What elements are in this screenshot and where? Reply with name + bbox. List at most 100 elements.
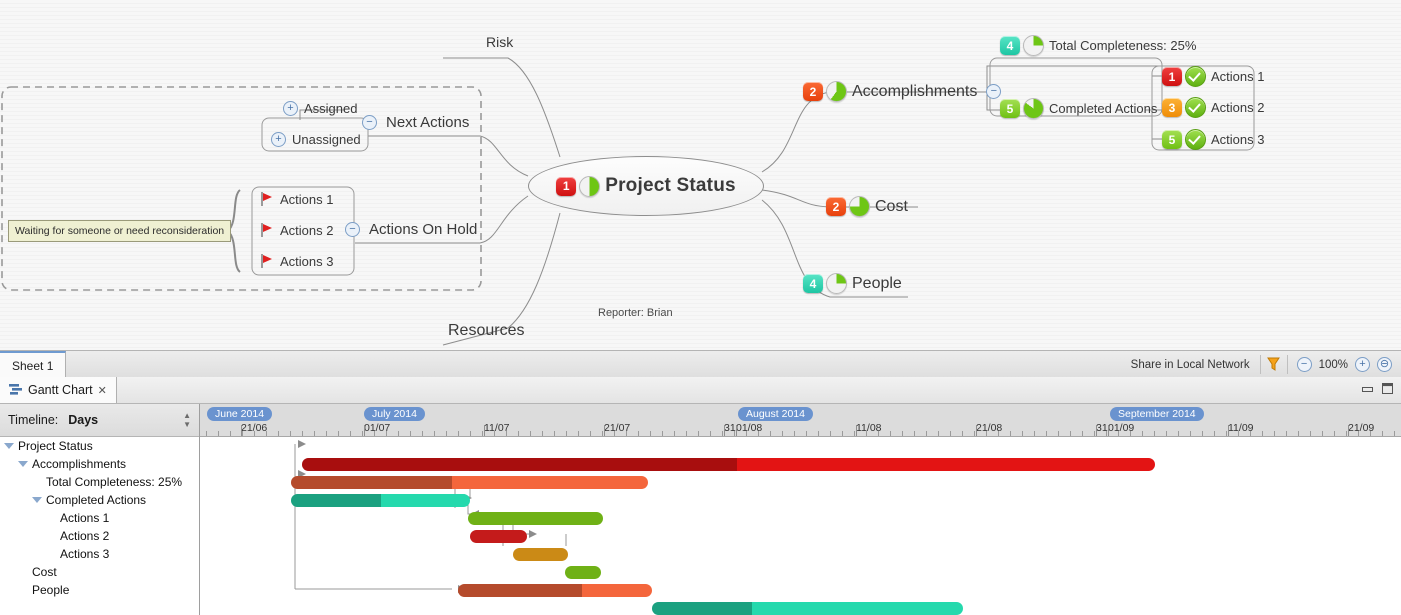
- mindmap-node-next-actions[interactable]: − Next Actions: [362, 114, 469, 131]
- node-label-next-actions: Next Actions: [386, 114, 470, 131]
- gantt-bar-actions-3[interactable]: [565, 566, 601, 579]
- mindmap-node-total-completeness[interactable]: 4 Total Completeness: 25%: [1000, 35, 1196, 56]
- tree-row[interactable]: Cost: [0, 563, 199, 581]
- tree-row[interactable]: Project Status: [0, 437, 199, 455]
- tree-row[interactable]: Actions 2: [0, 527, 199, 545]
- major-tick: [1108, 425, 1109, 436]
- tree-row[interactable]: Total Completeness: 25%: [0, 473, 199, 491]
- mindmap-canvas[interactable]: 1 Project Status Risk Resources Reporter…: [0, 0, 1401, 350]
- tab-gantt-chart[interactable]: Gantt Chart ✕: [0, 377, 117, 403]
- priority-badge-5: 5: [1162, 130, 1182, 149]
- mindmap-node-unassigned[interactable]: + Unassigned: [271, 132, 361, 147]
- collapse-toggle-actions-on-hold[interactable]: −: [345, 222, 360, 237]
- mindmap-node-completed-action-2[interactable]: 3 Actions 2: [1162, 97, 1264, 118]
- gantt-bar-people[interactable]: [652, 602, 963, 615]
- mindmap-node-completed-action-3[interactable]: 5 Actions 3: [1162, 129, 1264, 150]
- zoom-out-button[interactable]: −: [1296, 357, 1312, 372]
- expand-toggle-assigned[interactable]: +: [283, 101, 298, 116]
- progress-pie-icon: [826, 273, 847, 294]
- month-pill: August 2014: [738, 407, 813, 421]
- mindmap-node-hold-action-3[interactable]: Actions 3: [259, 253, 333, 269]
- node-label-total-completeness: Total Completeness: 25%: [1049, 38, 1197, 53]
- node-label-completed-action-3: Actions 3: [1211, 132, 1265, 147]
- collapse-toggle-accomplishments[interactable]: −: [986, 84, 1002, 99]
- share-in-local-network-label[interactable]: Share in Local Network: [1121, 351, 1260, 378]
- gantt-panel: Gantt Chart ✕ Timeline: Days ▲ ▼ Project…: [0, 377, 1401, 615]
- collapse-toggle-next-actions[interactable]: −: [362, 115, 377, 130]
- priority-badge-5: 5: [1000, 99, 1020, 118]
- application-window: 1 Project Status Risk Resources Reporter…: [0, 0, 1401, 615]
- priority-badge-1: 1: [556, 176, 577, 196]
- tree-row[interactable]: Accomplishments: [0, 455, 199, 473]
- flag-icon: [259, 253, 275, 269]
- maximize-icon[interactable]: [1382, 381, 1393, 399]
- funnel-icon[interactable]: [1261, 351, 1287, 378]
- mindmap-node-cost[interactable]: 2 Cost: [826, 196, 908, 217]
- gantt-bar-total-completeness[interactable]: [291, 494, 470, 507]
- priority-badge-4: 4: [803, 274, 823, 293]
- central-node-label: Project Status: [605, 175, 736, 196]
- close-icon[interactable]: ✕: [98, 384, 107, 397]
- gantt-bar-project-status[interactable]: [302, 458, 1155, 471]
- gantt-bar-actions-1[interactable]: [470, 530, 527, 543]
- timeline-stepper[interactable]: ▲ ▼: [183, 412, 191, 429]
- gantt-bar-progress: [458, 584, 583, 597]
- gantt-tree-pane[interactable]: Timeline: Days ▲ ▼ Project Status Accompl…: [0, 404, 200, 615]
- node-label-hold-action-2: Actions 2: [280, 222, 334, 238]
- tree-row-label: Project Status: [18, 439, 93, 453]
- tree-row[interactable]: Completed Actions: [0, 491, 199, 509]
- priority-badge-1: 1: [1162, 67, 1182, 86]
- timeline-label: Timeline:: [8, 413, 59, 427]
- disclosure-triangle-icon[interactable]: [32, 497, 42, 503]
- zoom-in-button[interactable]: +: [1355, 357, 1370, 372]
- tree-row-label: Total Completeness: 25%: [46, 475, 183, 489]
- mindmap-node-hold-action-1[interactable]: Actions 1: [259, 191, 333, 207]
- progress-pie-icon: [849, 196, 870, 217]
- mindmap-node-completed-actions[interactable]: 5 Completed Actions −: [1000, 98, 1181, 119]
- gantt-bar-progress: [291, 494, 381, 507]
- mindmap-node-accomplishments[interactable]: 2 Accomplishments −: [803, 81, 1002, 102]
- mindmap-node-resources[interactable]: Resources: [448, 322, 524, 340]
- gantt-bar-completed-actions[interactable]: [468, 512, 603, 525]
- timeline-value[interactable]: Days: [68, 413, 98, 427]
- gantt-bars-layer: [200, 436, 1401, 615]
- mindmap-central-node[interactable]: 1 Project Status: [528, 156, 764, 216]
- expand-toggle-unassigned[interactable]: +: [271, 132, 286, 147]
- zoom-level-label: 100%: [1318, 358, 1348, 371]
- mindmap-node-completed-action-1[interactable]: 1 Actions 1: [1162, 66, 1264, 87]
- flag-icon: [259, 222, 275, 238]
- zoom-fit-button[interactable]: ⊖: [1377, 357, 1392, 372]
- mindmap-node-people[interactable]: 4 People: [803, 273, 902, 294]
- major-tick: [484, 425, 485, 436]
- gantt-bar-actions-2[interactable]: [513, 548, 568, 561]
- node-label-cost: Cost: [875, 197, 908, 215]
- gantt-bar-cost[interactable]: [458, 584, 652, 597]
- mindmap-node-hold-action-2[interactable]: Actions 2: [259, 222, 333, 238]
- gantt-tree-rows: Project Status Accomplishments Total Compl…: [0, 437, 199, 599]
- node-label-accomplishments: Accomplishments: [852, 82, 978, 100]
- node-label-resources: Resources: [448, 322, 525, 339]
- major-tick: [856, 425, 857, 436]
- gantt-chart-icon: [9, 383, 23, 398]
- disclosure-triangle-icon[interactable]: [18, 461, 28, 467]
- disclosure-triangle-icon[interactable]: [4, 443, 14, 449]
- gantt-bar-accomplishments[interactable]: [291, 476, 648, 489]
- mindmap-node-actions-on-hold[interactable]: − Actions On Hold: [345, 221, 477, 238]
- gantt-chart-pane[interactable]: June 2014 July 2014 August 2014 September 2…: [200, 404, 1401, 615]
- timeline-control[interactable]: Timeline: Days ▲ ▼: [0, 404, 199, 437]
- tree-row-label: Cost: [32, 565, 57, 579]
- mindmap-node-risk[interactable]: Risk: [486, 34, 513, 50]
- check-icon: [1185, 66, 1206, 87]
- sheet-tab-1[interactable]: Sheet 1: [0, 351, 67, 378]
- sheetbar-spacer: [66, 351, 1120, 378]
- mindmap-node-assigned[interactable]: + Assigned: [283, 101, 357, 116]
- gantt-tab-bar: Gantt Chart ✕: [0, 377, 1401, 404]
- sticky-note[interactable]: Waiting for someone or need reconsiderat…: [8, 220, 232, 242]
- tree-row[interactable]: People: [0, 581, 199, 599]
- tree-row[interactable]: Actions 3: [0, 545, 199, 563]
- minimize-icon[interactable]: [1362, 381, 1373, 399]
- gantt-timeline-header[interactable]: June 2014 July 2014 August 2014 September 2…: [200, 404, 1401, 437]
- major-tick: [1228, 425, 1229, 436]
- priority-badge-2: 2: [826, 197, 846, 216]
- tree-row[interactable]: Actions 1: [0, 509, 199, 527]
